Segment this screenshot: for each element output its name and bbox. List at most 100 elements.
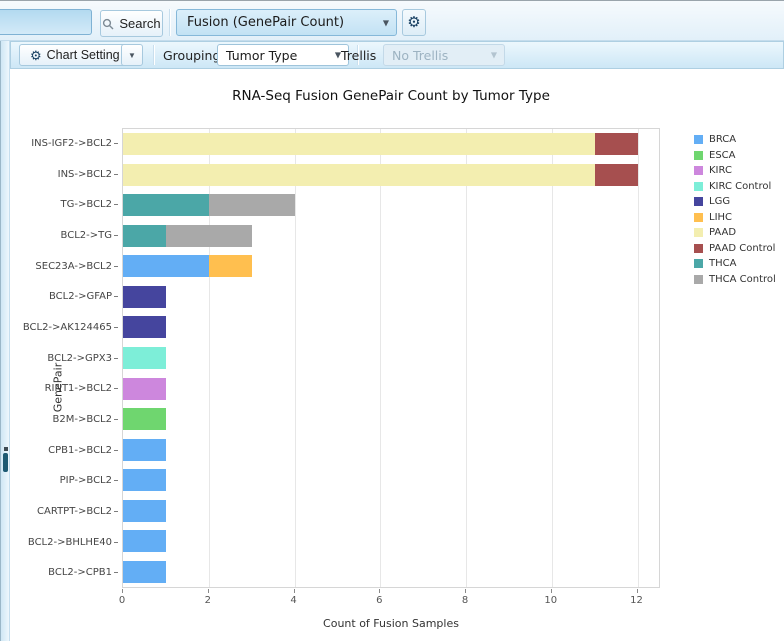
bar-segment-brca[interactable] bbox=[123, 530, 166, 553]
category-label-text: BCL2->CPB1 bbox=[48, 567, 112, 579]
legend-swatch bbox=[694, 135, 703, 145]
search-button[interactable]: Search bbox=[100, 10, 163, 37]
category-label-text: INS->BCL2 bbox=[57, 168, 112, 180]
collapsed-panel-strip[interactable] bbox=[0, 41, 10, 641]
legend-label: PAAD Control bbox=[709, 242, 776, 254]
bar-segment-thca[interactable] bbox=[123, 194, 209, 217]
trellis-label: Trellis bbox=[341, 48, 377, 63]
bar-row bbox=[123, 373, 659, 404]
legend-swatch bbox=[694, 150, 703, 160]
bar-row bbox=[123, 343, 659, 374]
bar-segment-brca[interactable] bbox=[123, 438, 166, 461]
legend-swatch bbox=[694, 181, 703, 191]
report-type-value: Fusion (GenePair Count) bbox=[187, 15, 345, 30]
bar-segment-lgg[interactable] bbox=[123, 316, 166, 339]
legend-item[interactable]: KIRC Control bbox=[694, 179, 776, 195]
chevron-down-icon: ▼ bbox=[382, 18, 389, 27]
bar-row bbox=[123, 282, 659, 313]
y-tick-mark bbox=[114, 418, 118, 420]
y-tick-mark bbox=[114, 480, 118, 482]
x-tick-mark bbox=[293, 589, 295, 593]
x-tick-label: 4 bbox=[290, 595, 297, 606]
y-tick-mark bbox=[114, 173, 118, 175]
category-label-text: SEC23A->BCL2 bbox=[35, 260, 112, 272]
legend-item[interactable]: THCA Control bbox=[694, 272, 776, 288]
bar-row bbox=[123, 190, 659, 221]
legend-item[interactable]: LGG bbox=[694, 194, 776, 210]
y-tick-mark bbox=[114, 265, 118, 267]
search-icon bbox=[103, 18, 114, 29]
category-label: PIP->BCL2 bbox=[10, 465, 118, 496]
panel-drag-handle[interactable] bbox=[3, 453, 8, 472]
grouping-label: Grouping bbox=[163, 48, 221, 63]
bar-row bbox=[123, 434, 659, 465]
category-label: SEC23A->BCL2 bbox=[10, 251, 118, 282]
search-input[interactable] bbox=[0, 9, 92, 35]
legend-item[interactable]: LIHC bbox=[694, 210, 776, 226]
legend-swatch bbox=[694, 212, 703, 222]
bar-segment-thca-control[interactable] bbox=[208, 194, 295, 217]
legend-item[interactable]: THCA bbox=[694, 256, 776, 272]
bar-segment-lgg[interactable] bbox=[123, 285, 166, 308]
bar-segment-brca[interactable] bbox=[123, 255, 209, 278]
search-button-label: Search bbox=[119, 16, 161, 31]
bar-segment-brca[interactable] bbox=[123, 469, 166, 492]
bar-segment-brca[interactable] bbox=[123, 499, 166, 522]
bar-segment-lihc[interactable] bbox=[208, 255, 252, 278]
x-tick-mark bbox=[636, 589, 638, 593]
legend-swatch bbox=[694, 228, 703, 238]
bar-segment-esca[interactable] bbox=[123, 408, 166, 431]
legend-item[interactable]: ESCA bbox=[694, 148, 776, 164]
y-axis-title: GenePair bbox=[48, 317, 68, 457]
bar-segment-paad[interactable] bbox=[123, 163, 595, 186]
legend-label: LGG bbox=[709, 196, 731, 208]
legend-label: THCA Control bbox=[709, 273, 776, 285]
expand-arrow-icon[interactable] bbox=[4, 447, 8, 451]
category-label: BCL2->TG bbox=[10, 220, 118, 251]
bar-segment-paad-control[interactable] bbox=[594, 133, 638, 156]
category-label-text: TG->BCL2 bbox=[60, 199, 112, 211]
legend-label: BRCA bbox=[709, 134, 737, 146]
category-label-text: PIP->BCL2 bbox=[59, 475, 112, 487]
chart-setting-dropdown-button[interactable]: ▼ bbox=[121, 44, 143, 66]
legend-label: THCA bbox=[709, 258, 737, 270]
chart-title: RNA-Seq Fusion GenePair Count by Tumor T… bbox=[232, 88, 550, 104]
y-tick-mark bbox=[114, 296, 118, 298]
chart-setting-label: Chart Setting bbox=[46, 48, 120, 62]
legend-label: ESCA bbox=[709, 149, 736, 161]
legend-swatch bbox=[694, 243, 703, 253]
legend-label: PAAD bbox=[709, 227, 737, 239]
chart-toolbar: ⚙ Chart Setting ▼ Grouping Tumor Type ▼ … bbox=[10, 41, 784, 69]
settings-button[interactable]: ⚙ bbox=[402, 9, 426, 36]
legend-item[interactable]: KIRC bbox=[694, 163, 776, 179]
legend-item[interactable]: PAAD Control bbox=[694, 241, 776, 257]
x-tick-label: 6 bbox=[376, 595, 383, 606]
category-label: TG->BCL2 bbox=[10, 189, 118, 220]
legend-swatch bbox=[694, 259, 703, 269]
legend-item[interactable]: PAAD bbox=[694, 225, 776, 241]
legend-label: KIRC Control bbox=[709, 180, 772, 192]
chevron-down-icon: ▼ bbox=[128, 50, 136, 60]
chart-setting-button[interactable]: ⚙ Chart Setting bbox=[19, 44, 131, 66]
legend-label: KIRC bbox=[709, 165, 732, 177]
bar-segment-thca[interactable] bbox=[123, 224, 166, 247]
y-tick-mark bbox=[114, 541, 118, 543]
x-axis: 0 2 4 6 8 10 12 bbox=[119, 589, 660, 619]
bar-segment-brca[interactable] bbox=[123, 560, 166, 583]
bar-segment-thca-control[interactable] bbox=[165, 224, 252, 247]
chevron-down-icon: ▼ bbox=[490, 50, 497, 60]
grouping-select[interactable]: Tumor Type ▼ bbox=[217, 44, 349, 66]
x-tick-label: 2 bbox=[204, 595, 211, 606]
legend-item[interactable]: BRCA bbox=[694, 132, 776, 148]
app-window: Search Fusion (GenePair Count) ▼ ⚙ ⚙ Cha… bbox=[0, 0, 784, 641]
bar-segment-paad[interactable] bbox=[123, 133, 595, 156]
report-type-select[interactable]: Fusion (GenePair Count) ▼ bbox=[176, 9, 397, 36]
bar-segment-paad-control[interactable] bbox=[594, 163, 638, 186]
bar-row bbox=[123, 129, 659, 160]
bar-rows bbox=[123, 129, 659, 587]
toolbar-separator bbox=[153, 45, 155, 65]
bar-segment-kirc-control[interactable] bbox=[123, 346, 166, 369]
bar-segment-kirc[interactable] bbox=[123, 377, 166, 400]
y-tick-mark bbox=[114, 572, 118, 574]
toolbar-separator bbox=[169, 9, 171, 36]
